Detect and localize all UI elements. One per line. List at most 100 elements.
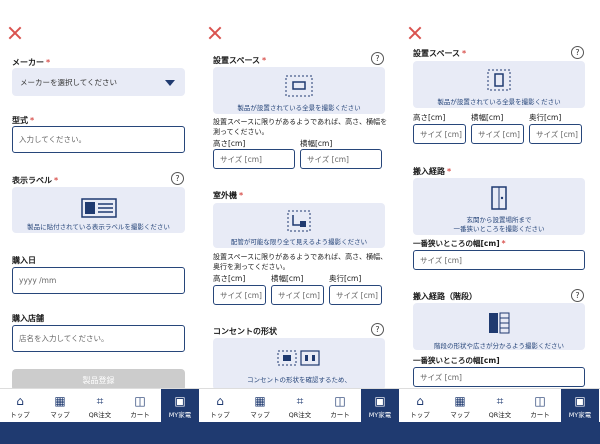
width-input[interactable]: サイズ [cm] bbox=[300, 149, 382, 169]
width-label: 横幅[cm] bbox=[300, 139, 333, 148]
nav-top[interactable]: ⌂ トップ bbox=[1, 389, 39, 423]
store-label: 購入店舗 bbox=[12, 314, 44, 323]
close-icon[interactable] bbox=[408, 26, 422, 40]
help-icon[interactable]: ? bbox=[571, 289, 584, 302]
nav-qr[interactable]: ⌗ QR注文 bbox=[481, 389, 519, 423]
help-icon[interactable]: ? bbox=[371, 52, 384, 65]
screen-install-space: 設置スペース * ? 製品が設置されている全景を撮影ください 設置スペースに限りが… bbox=[200, 0, 400, 444]
narrow-width-input[interactable]: サイズ [cm] bbox=[413, 250, 585, 270]
narrow2-width-input[interactable]: サイズ [cm] bbox=[413, 367, 585, 387]
my-appliance-icon: ▣ bbox=[574, 394, 586, 408]
purchase-date-label: 購入日 bbox=[12, 256, 36, 265]
nav-my[interactable]: ▣ MY家電 bbox=[561, 389, 599, 423]
help-icon[interactable]: ? bbox=[571, 46, 584, 59]
door-icon bbox=[491, 186, 507, 210]
bag-icon: ◫ bbox=[534, 394, 546, 408]
nav-my[interactable]: ▣ MY家電 bbox=[361, 389, 399, 423]
outdoor-depth-input[interactable]: サイズ [cm] bbox=[329, 285, 382, 305]
nav-top[interactable]: ⌂ トップ bbox=[201, 389, 239, 423]
outdoor-label: 室外機 * bbox=[213, 191, 244, 200]
outlet-caption: コンセントの形状を確認するため、 bbox=[247, 376, 351, 384]
nav-map[interactable]: ▦ マップ bbox=[241, 389, 279, 423]
screen-delivery-route: 設置スペース * ? 製品が設置されている全景を撮影ください 高さ[cm] 横幅[… bbox=[400, 0, 600, 444]
home-icon: ⌂ bbox=[416, 394, 424, 408]
space-icon bbox=[285, 75, 313, 97]
narrow-label: 一番狭いところの幅[cm] * bbox=[413, 239, 506, 248]
stairs-photo-upload[interactable]: 階段の形状や広さが分かるよう撮影ください bbox=[413, 303, 585, 350]
building-icon: ▦ bbox=[454, 394, 466, 408]
route-photo-upload[interactable]: 玄関から設置場所まで 一番狭いところを撮影ください bbox=[413, 178, 585, 235]
qr-icon: ⌗ bbox=[496, 394, 504, 408]
model-label: 型式 * bbox=[12, 116, 35, 125]
space-caption: 製品が設置されている全景を撮影ください bbox=[237, 104, 361, 112]
space-label: 設置スペース * bbox=[413, 49, 467, 58]
space-icon bbox=[487, 69, 511, 91]
qr-icon: ⌗ bbox=[296, 394, 304, 408]
route-label: 搬入経路 * bbox=[413, 167, 452, 176]
nav-band bbox=[400, 422, 600, 444]
display-label-caption: 製品に貼付されている表示ラベルを撮影ください bbox=[27, 223, 170, 231]
height-label: 高さ[cm] bbox=[413, 113, 446, 122]
nav-top[interactable]: ⌂ トップ bbox=[401, 389, 439, 423]
bottom-nav: ⌂ トップ ▦ マップ ⌗ QR注文 ◫ カート ▣ MY家電 bbox=[200, 388, 400, 444]
qr-icon: ⌗ bbox=[96, 394, 104, 408]
outdoor-caption: 配管が可能な限り全て見えるよう撮影ください bbox=[230, 238, 368, 246]
building-icon: ▦ bbox=[254, 394, 266, 408]
narrow2-label: 一番狭いところの幅[cm] bbox=[413, 356, 500, 365]
nav-map[interactable]: ▦ マップ bbox=[41, 389, 79, 423]
bag-icon: ◫ bbox=[134, 394, 146, 408]
outdoor-height-input[interactable]: サイズ [cm] bbox=[213, 285, 266, 305]
store-input[interactable]: 店名を入力してください。 bbox=[12, 325, 185, 352]
width-label: 横幅[cm] bbox=[471, 113, 504, 122]
home-icon: ⌂ bbox=[216, 394, 224, 408]
space-caption: 製品が設置されている全景を撮影ください bbox=[437, 98, 561, 106]
nav-band bbox=[200, 422, 400, 444]
outdoor-width-input[interactable]: サイズ [cm] bbox=[271, 285, 324, 305]
outdoor-photo-upload[interactable]: 配管が可能な限り全て見えるよう撮影ください bbox=[213, 203, 385, 248]
outlet-label: コンセントの形状 bbox=[213, 327, 277, 336]
space-label: 設置スペース * bbox=[213, 56, 267, 65]
outdoor-height-label: 高さ[cm] bbox=[213, 274, 246, 283]
nav-cart[interactable]: ◫ カート bbox=[121, 389, 159, 423]
bottom-nav: ⌂ トップ ▦ マップ ⌗ QR注文 ◫ カート ▣ MY家電 bbox=[400, 388, 600, 444]
width-input[interactable]: サイズ [cm] bbox=[471, 124, 524, 144]
depth-input[interactable]: サイズ [cm] bbox=[529, 124, 582, 144]
screen-product-registration: メーカー * メーカーを選択してください 型式 * 入力してください。 表示ラベル *… bbox=[0, 0, 200, 444]
space-photo-upload[interactable]: 製品が設置されている全景を撮影ください bbox=[213, 67, 385, 114]
chevron-down-icon bbox=[165, 80, 175, 86]
my-appliance-icon: ▣ bbox=[174, 394, 186, 408]
home-icon: ⌂ bbox=[16, 394, 24, 408]
nav-band bbox=[0, 422, 200, 444]
height-input[interactable]: サイズ [cm] bbox=[413, 124, 466, 144]
nav-qr[interactable]: ⌗ QR注文 bbox=[81, 389, 119, 423]
route-caption-2: 一番狭いところを撮影ください bbox=[453, 225, 545, 233]
help-icon[interactable]: ? bbox=[371, 323, 384, 336]
maker-select[interactable]: メーカーを選択してください bbox=[12, 68, 185, 96]
stairs-label: 搬入経路（階段） bbox=[413, 292, 477, 301]
nav-qr[interactable]: ⌗ QR注文 bbox=[281, 389, 319, 423]
help-icon[interactable]: ? bbox=[171, 172, 184, 185]
outdoor-depth-label: 奥行[cm] bbox=[329, 274, 362, 283]
depth-label: 奥行[cm] bbox=[529, 113, 562, 122]
display-label-photo-upload[interactable]: 製品に貼付されている表示ラベルを撮影ください bbox=[12, 187, 185, 233]
model-input[interactable]: 入力してください。 bbox=[12, 126, 185, 153]
my-appliance-icon: ▣ bbox=[374, 394, 386, 408]
close-icon[interactable] bbox=[208, 26, 222, 40]
space-photo-upload[interactable]: 製品が設置されている全景を撮影ください bbox=[413, 61, 585, 108]
nav-cart[interactable]: ◫ カート bbox=[521, 389, 559, 423]
purchase-date-input[interactable]: yyyy /mm bbox=[12, 267, 185, 294]
bag-icon: ◫ bbox=[334, 394, 346, 408]
close-icon[interactable] bbox=[8, 26, 22, 40]
stairs-caption: 階段の形状や広さが分かるよう撮影ください bbox=[434, 342, 564, 350]
nav-cart[interactable]: ◫ カート bbox=[321, 389, 359, 423]
bottom-nav: ⌂ トップ ▦ マップ ⌗ QR注文 ◫ カート ▣ MY家電 bbox=[0, 388, 200, 444]
height-label: 高さ[cm] bbox=[213, 139, 246, 148]
height-input[interactable]: サイズ [cm] bbox=[213, 149, 295, 169]
nav-my[interactable]: ▣ MY家電 bbox=[161, 389, 199, 423]
space-note: 設置スペースに限りがあるようであれば、高さ、横幅を測ってください。 bbox=[213, 118, 388, 136]
outdoor-unit-icon bbox=[287, 210, 311, 232]
nav-map[interactable]: ▦ マップ bbox=[441, 389, 479, 423]
stairs-icon bbox=[489, 312, 510, 334]
display-label-title: 表示ラベル * bbox=[12, 176, 59, 185]
outlet-photo-upload[interactable]: コンセントの形状を確認するため、 bbox=[213, 338, 385, 390]
